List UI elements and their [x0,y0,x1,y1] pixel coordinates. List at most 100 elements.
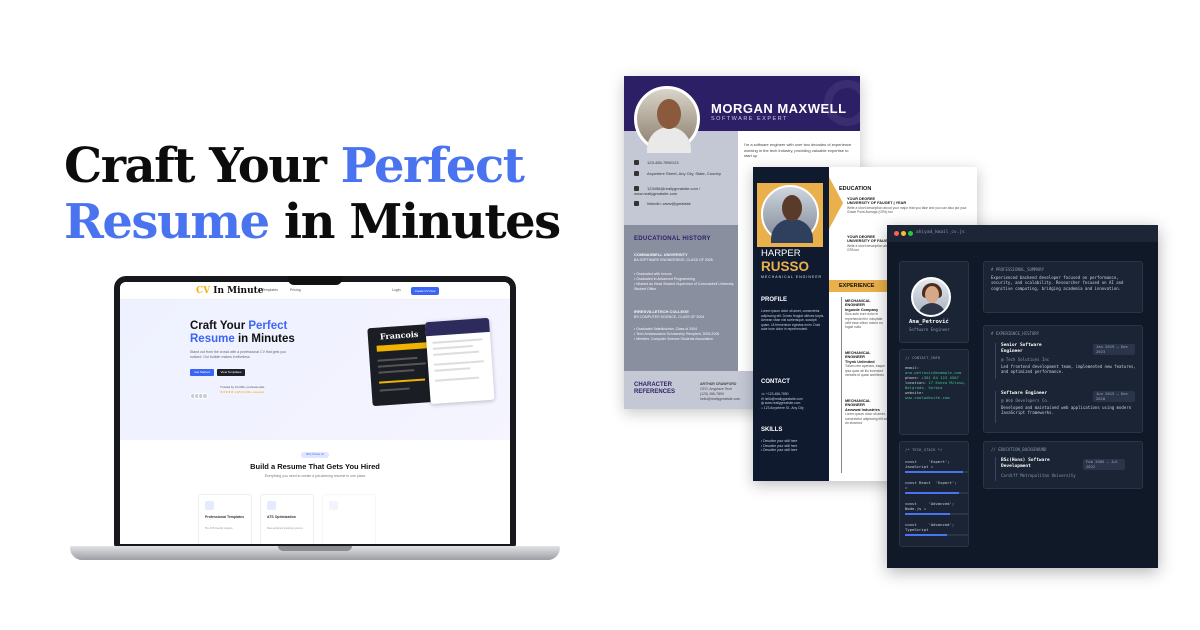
experience-entry: MECHANICAL ENGINEER Arowwai Industries Lor… [845,399,889,425]
laptop-screen: CV In Minute Templates Pricing Login Cre… [120,282,510,544]
feature-desc: 50+ ATS-friendly designs [205,527,233,530]
hero-title: Craft Your Perfect Resume in Minutes [190,320,295,346]
reference-name: ARTHUR CRAWFORD [700,382,737,386]
contact-list: ☏ +123-456-7890 ✉ hello@reallygreatsite.c… [761,392,804,410]
reference-entry: ARTHUR CRAWFORD CEO, Anyplace Tech (123) 4… [700,382,740,402]
minimize-dot-icon[interactable] [901,231,906,236]
company-name: Thynk Unlimited [845,359,875,364]
school-name: COMMASBELL UNIVERSITY [634,252,688,257]
experience-heading: EXPERIENCE [839,283,875,289]
reference-detail: hello@reallygreatsite.com [700,397,741,401]
job-dates: Jan 2019 – Dec 2023 [1093,344,1135,356]
feature-card[interactable]: Professional Templates 50+ ATS-friendly … [198,494,252,544]
avatar [202,393,208,399]
hero-title-text: in Minutes [234,333,295,345]
feature-card[interactable]: ATS Optimization Pass applicant tracking… [260,494,314,544]
job-company: @ Tech Solutions Inc [1001,357,1050,362]
profile-heading: PROFILE [761,297,788,303]
preview-line [434,367,471,372]
preview-line [433,350,480,356]
experience-timeline [841,297,842,473]
get-started-button[interactable]: Get Started [190,369,214,376]
skill-level-bar [905,513,969,515]
contact-phone: 123-456-7890123 [634,160,679,166]
profile-photo [761,185,819,243]
preview-line [432,345,473,350]
degree-text: BA SOFTWARE ENGINEERING, CLASS OF 2005 [634,258,713,262]
experience-entry: MECHANICAL ENGINEER Thynk Unlimited Tollam… [845,351,889,377]
profile-role: Software Engineer [909,327,950,332]
hero-title-text: Craft Your [190,320,249,332]
contact-address: Anywhere Street, Any City, State, Countr… [634,171,734,177]
edu-point: Tech Ambassadors Scholarship Recipient, … [636,332,720,336]
nav-link-pricing[interactable]: Pricing [290,288,301,292]
tech-stack-entry: const 'Advanced'; TypeScript [905,522,967,532]
main-headline: Craft Your Perfect Resume in Minutes [64,138,561,250]
skill-item: Describe your skill here [763,448,798,452]
nav-login-link[interactable]: Login [392,288,401,292]
feature-icon [329,501,338,510]
section-subtitle: Everything you need to create a job-winn… [264,474,366,478]
feature-title: Professional Templates [205,515,245,519]
timeline-line [995,391,996,423]
tech-stack-line: = [905,485,908,490]
reference-detail: CEO, Anyplace Tech [700,387,733,391]
summary-text: Experienced backend developer focused on… [991,275,1124,291]
logo-text: In Minute [210,286,264,296]
education-entry: YOUR DEGREE UNIVERSITY OF FAUGET | YEAR Wr… [847,197,969,215]
degree-title: BSc(Hons) Software Development [1001,458,1050,469]
experience-entry: MECHANICAL ENGINEER Ingoude Company Duis a… [845,299,889,330]
headline-accent-text: Perfect [340,138,525,194]
view-templates-button[interactable]: View Templates [217,369,245,376]
nav-link-templates[interactable]: Templates [262,288,278,292]
resume-role: MECHANICAL ENGINEER [761,275,823,279]
contact-text: linkedin: www@greatsite [647,201,691,206]
profile-photo [634,86,700,153]
contact-linkedin: linkedin: www@greatsite [634,201,691,207]
job-desc: Duis aute irure dolor in reprehenderit i… [845,312,883,330]
resume-about: I'm a software engineer with over two de… [744,142,852,158]
tech-stack-entry: const 'Expert'; JavaScript = [905,459,967,469]
phone-icon [634,160,639,166]
skill-level-bar [905,534,969,536]
close-dot-icon[interactable] [894,231,899,236]
feature-desc: Pass applicant tracking systems [267,527,303,530]
skill-level-fill [905,471,963,473]
nav-create-cv-button[interactable]: Create CV Now [411,287,439,295]
resume-first-name: HARPER [761,248,801,259]
headline-line-1: Craft Your Perfect [64,138,560,194]
job-desc: Lorem ipsum dolor sit amet, consectetur … [845,412,889,426]
education-points: • Graduated with honors • Graduated in Ad… [634,272,734,291]
profile-text: Lorem ipsum dolor sit amet, consectetur … [761,309,825,331]
contact-text: www.reallygreatsite.com [764,401,801,405]
edu-point: Graduated Valedictorian, Class of 2004 [636,327,698,331]
hero-resume-preview: Francois [367,317,495,412]
preview-name: Francois [379,328,419,342]
contact-heading: CONTACT [761,379,790,385]
section-badge: Why Choose Us [301,452,329,458]
website-value[interactable]: www.coolwebsite.com [905,395,950,400]
experience-card [983,325,1143,433]
site-logo[interactable]: CV In Minute [196,286,264,296]
education-heading: EDUCATIONAL HISTORY [634,236,711,242]
school-name: UNIVERSITY OF FAUGET [847,239,893,244]
contact-email: 123456@reallygreatsite.com / www.reallyg… [634,186,734,196]
skills-list: • Describe your skill here • Describe you… [761,439,798,452]
hero-subtitle: Stand out from the crowd with a professi… [190,350,286,359]
resume-preview-light [425,317,495,405]
school-name: IRRESVILLETECH COLLEGE [634,309,689,314]
contact-text: +123-456-7890 [766,392,789,396]
edu-point: Worked as Head Student Supervisor of Com… [634,282,734,291]
close-icon [267,501,276,510]
skill-level-bar [905,492,969,494]
laptop-notch [288,276,342,285]
feature-card[interactable] [322,494,376,544]
job-desc: Led frontend development team, implement… [1001,364,1136,375]
contact-block: // CONTACT_INFO email: ana.petrovic@exam… [905,355,967,400]
preview-header [425,317,490,337]
education-points: • Graduated Valedictorian, Class of 2004… [634,327,720,341]
contact-text: 123 Anywhere St., Any City [763,405,804,410]
maximize-dot-icon[interactable] [908,231,913,236]
skills-heading: SKILLS [761,427,783,433]
preview-line [432,338,483,344]
